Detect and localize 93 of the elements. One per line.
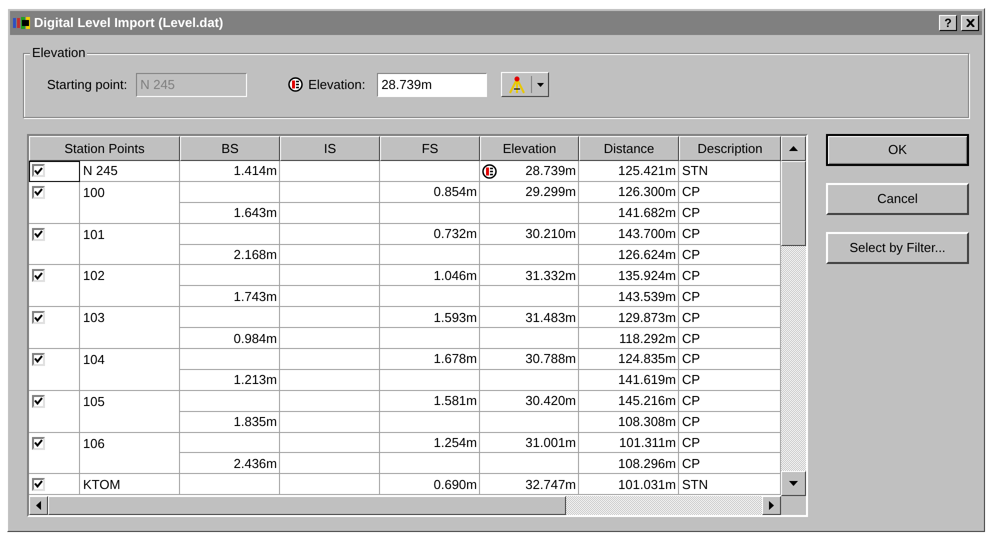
table-cell: 141.682m <box>579 202 679 224</box>
table-cell: 1.046m <box>380 265 480 286</box>
right-arrow-icon <box>769 501 774 510</box>
column-header[interactable]: Description <box>679 136 781 161</box>
scroll-up-button[interactable] <box>781 136 806 161</box>
field-label: Starting point: <box>47 76 128 94</box>
dialog-button[interactable]: Select by Filter... <box>826 232 969 264</box>
horizontal-scrollbar[interactable] <box>29 496 781 515</box>
app-icon <box>13 16 30 30</box>
column-header[interactable]: FS <box>380 136 480 161</box>
dialog-button[interactable]: Cancel <box>826 183 969 215</box>
table-cell: 118.292m <box>579 328 679 350</box>
table-cell: 143.700m <box>579 224 679 245</box>
table-cell: 1.254m <box>380 432 480 454</box>
up-arrow-icon <box>789 146 798 151</box>
field-label: Elevation: <box>308 76 366 94</box>
table-cell: 135.924m <box>579 265 679 286</box>
table-cell: 32.747m <box>480 474 579 496</box>
table-cell: 102 <box>80 265 180 286</box>
table-cell: 30.420m <box>480 390 579 412</box>
table-cell: 101.031m <box>579 474 679 496</box>
table-cell: 1.643m <box>180 202 280 224</box>
checkbox[interactable] <box>32 478 45 491</box>
table-cell: 129.873m <box>579 307 679 328</box>
table-cell: 101 <box>80 224 180 245</box>
left-arrow-icon <box>36 501 41 510</box>
vertical-scrollbar[interactable] <box>781 161 806 496</box>
checkbox[interactable] <box>32 269 45 282</box>
table-cell: 1.743m <box>180 286 280 308</box>
scroll-thumb[interactable] <box>48 496 566 515</box>
table-cell: 1.414m <box>180 161 280 182</box>
help-button[interactable]: ? <box>939 15 957 31</box>
column-header[interactable]: Distance <box>579 136 679 161</box>
table-cell: 141.619m <box>579 370 679 391</box>
table-cell: 31.483m <box>480 307 579 328</box>
tripod-icon <box>507 76 528 94</box>
table-cell: 1.581m <box>380 390 480 412</box>
table-cell: 101.311m <box>579 432 679 454</box>
table-cell: 31.001m <box>480 432 579 454</box>
column-header[interactable]: Station Points <box>29 136 180 161</box>
scroll-left-button[interactable] <box>29 496 48 515</box>
table-cell: 0.732m <box>380 224 480 245</box>
table-cell: 105 <box>80 390 180 412</box>
table-cell: 124.835m <box>579 349 679 370</box>
checkbox[interactable] <box>32 164 45 178</box>
table-cell: 1.213m <box>180 370 280 391</box>
table-cell: 108.308m <box>579 412 679 433</box>
table-cell: 1.835m <box>180 412 280 433</box>
table-cell: N 245 <box>80 161 180 182</box>
column-header[interactable]: IS <box>280 136 380 161</box>
table-cell: 103 <box>80 307 180 328</box>
table-cell: 30.210m <box>480 224 579 245</box>
table-cell: 1.593m <box>380 307 480 328</box>
checkbox[interactable] <box>32 311 45 324</box>
table-cell: 108.296m <box>579 453 679 474</box>
scroll-right-button[interactable] <box>762 496 781 515</box>
checkbox[interactable] <box>32 394 45 408</box>
down-arrow-icon <box>789 481 798 486</box>
dialog-button[interactable]: OK <box>826 134 969 166</box>
close-icon <box>966 19 974 27</box>
instrument-dropdown-button[interactable] <box>501 72 550 97</box>
table-cell: 100 <box>80 182 180 203</box>
elevation-input[interactable]: 28.739m <box>377 72 488 96</box>
table-cell: 28.739m <box>480 161 579 182</box>
table-cell: 2.168m <box>180 244 280 266</box>
table-cell: 2.436m <box>180 453 280 474</box>
checkbox[interactable] <box>32 352 45 366</box>
table-cell: 126.300m <box>579 182 679 203</box>
table-cell: 0.854m <box>380 182 480 203</box>
table-cell: KTOM <box>80 474 180 496</box>
table-cell: 0.690m <box>380 474 480 496</box>
table-cell: 31.332m <box>480 265 579 286</box>
checkbox[interactable] <box>32 186 45 199</box>
checkbox[interactable] <box>32 228 45 241</box>
elevation-marker-icon <box>288 77 304 92</box>
window-title: Digital Level Import (Level.dat) <box>34 14 224 32</box>
table-cell: 126.624m <box>579 244 679 266</box>
table-cell: 145.216m <box>579 390 679 412</box>
close-button[interactable] <box>961 15 979 31</box>
checkbox[interactable] <box>32 436 45 450</box>
scroll-down-button[interactable] <box>781 471 806 496</box>
table-cell: 0.984m <box>180 328 280 350</box>
table-cell: 104 <box>80 349 180 370</box>
table-cell: 29.299m <box>480 182 579 203</box>
column-header[interactable]: BS <box>180 136 280 161</box>
caret-icon <box>537 82 544 86</box>
table-cell: 30.788m <box>480 349 579 370</box>
table-cell: 106 <box>80 432 180 454</box>
scroll-thumb[interactable] <box>781 161 806 246</box>
table-cell: 1.678m <box>380 349 480 370</box>
table-cell: 143.539m <box>579 286 679 308</box>
column-header[interactable]: Elevation <box>480 136 579 161</box>
table-cell: 125.421m <box>579 161 679 182</box>
